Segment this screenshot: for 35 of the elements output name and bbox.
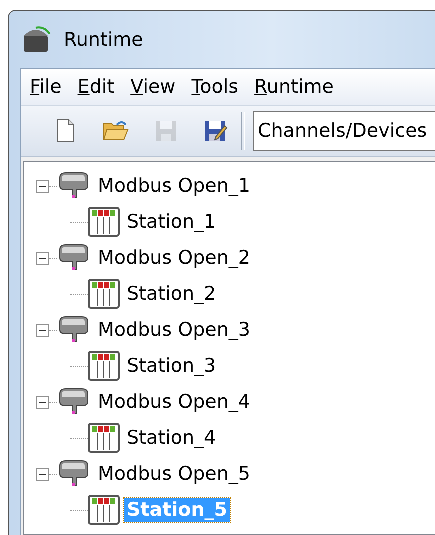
device-rack-icon: [88, 495, 120, 525]
menu-item[interactable]: Tools: [186, 76, 244, 98]
new-file-icon: [57, 119, 75, 143]
tree-item[interactable]: Modbus Open_2: [95, 246, 254, 270]
tree-item[interactable]: Station_3: [124, 354, 220, 378]
collapse-toggle[interactable]: [36, 396, 49, 408]
tree-item[interactable]: Modbus Open_5: [95, 462, 254, 486]
save-as-icon: [204, 119, 228, 143]
tree-item[interactable]: Station_4: [124, 426, 220, 450]
tree-item[interactable]: Modbus Open_3: [95, 318, 254, 342]
tree-item[interactable]: Modbus Open_4: [95, 390, 254, 414]
collapse-toggle[interactable]: [36, 252, 49, 264]
app-icon: [22, 26, 52, 54]
window-title: Runtime: [64, 28, 144, 50]
menu-item[interactable]: View: [126, 76, 181, 98]
network-device-icon: [57, 244, 91, 272]
device-rack-icon: [88, 279, 120, 309]
menu-item[interactable]: File: [25, 76, 67, 98]
tree-item[interactable]: Station_2: [124, 282, 220, 306]
device-rack-icon: [88, 423, 120, 453]
device-rack-icon: [88, 351, 120, 381]
folder-icon: [103, 120, 129, 142]
tree-item[interactable]: Station_1: [124, 210, 220, 234]
tree-item[interactable]: Modbus Open_1: [95, 174, 254, 198]
network-device-icon: [57, 172, 91, 200]
collapse-toggle[interactable]: [36, 180, 49, 192]
network-device-icon: [57, 388, 91, 416]
menu-item[interactable]: Edit: [72, 76, 120, 98]
collapse-toggle[interactable]: [36, 468, 49, 480]
network-device-icon: [57, 316, 91, 344]
collapse-toggle[interactable]: [36, 324, 49, 336]
device-rack-icon: [88, 207, 120, 237]
view-dropdown[interactable]: Channels/Devices: [253, 111, 435, 151]
network-device-icon: [57, 460, 91, 488]
menu-item[interactable]: Runtime: [250, 76, 339, 98]
